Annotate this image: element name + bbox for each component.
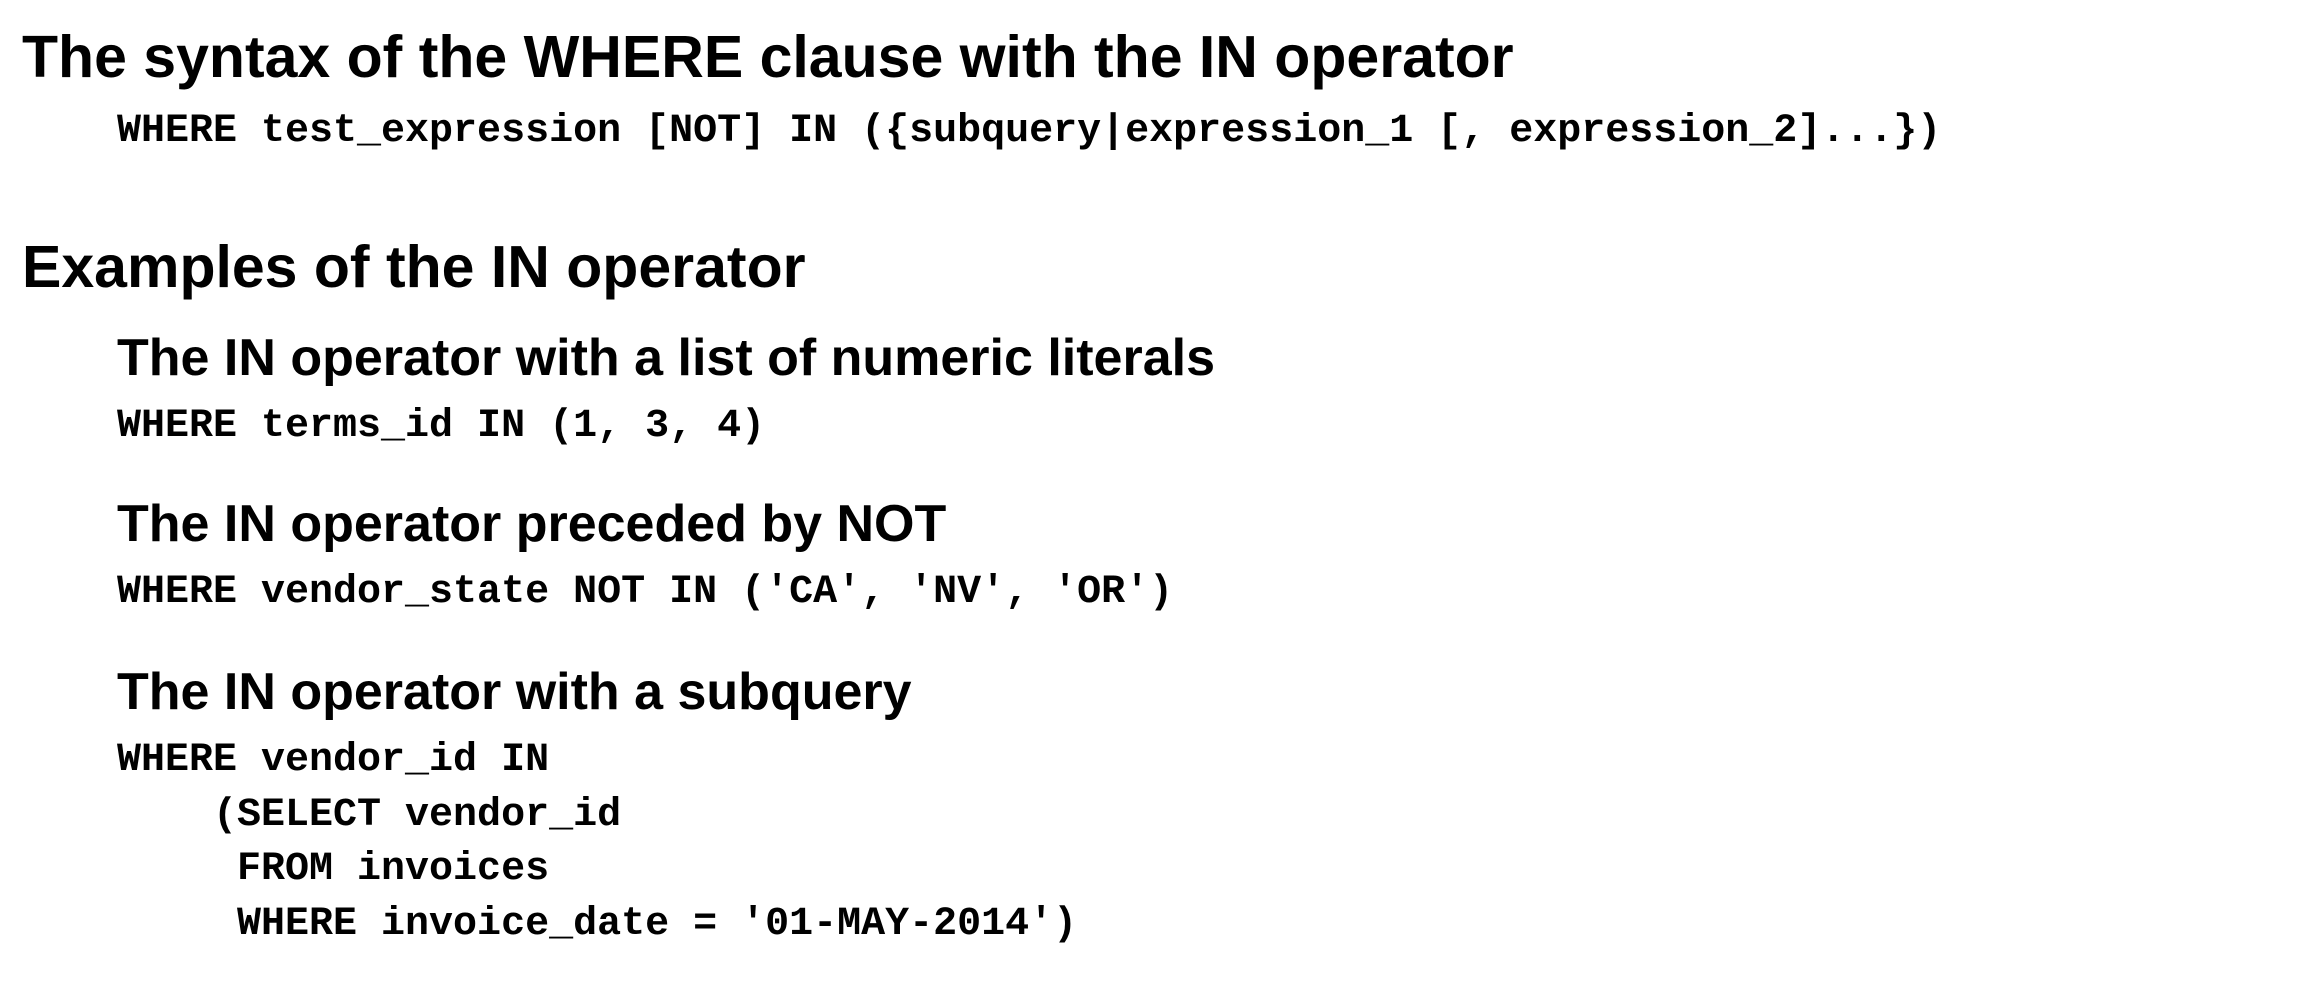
- example-code-not-in: WHERE vendor_state NOT IN ('CA', 'NV', '…: [117, 570, 1174, 615]
- example-code-subquery-line-2: (SELECT vendor_id: [117, 793, 622, 838]
- example-title-subquery: The IN operator with a subquery: [117, 663, 912, 721]
- example-title-numeric-literals: The IN operator with a list of numeric l…: [117, 329, 1215, 387]
- slide: The syntax of the WHERE clause with the …: [0, 0, 2312, 992]
- syntax-code: WHERE test_expression [NOT] IN ({subquer…: [117, 109, 1942, 154]
- examples-heading: Examples of the IN operator: [22, 234, 806, 300]
- syntax-heading: The syntax of the WHERE clause with the …: [22, 24, 1514, 90]
- example-code-subquery-line-3: FROM invoices: [117, 847, 550, 892]
- example-code-subquery-line-4: WHERE invoice_date = '01-MAY-2014'): [117, 902, 1078, 947]
- example-code-subquery-line-1: WHERE vendor_id IN: [117, 738, 550, 783]
- example-title-not-in: The IN operator preceded by NOT: [117, 495, 947, 553]
- example-code-numeric-literals: WHERE terms_id IN (1, 3, 4): [117, 404, 766, 449]
